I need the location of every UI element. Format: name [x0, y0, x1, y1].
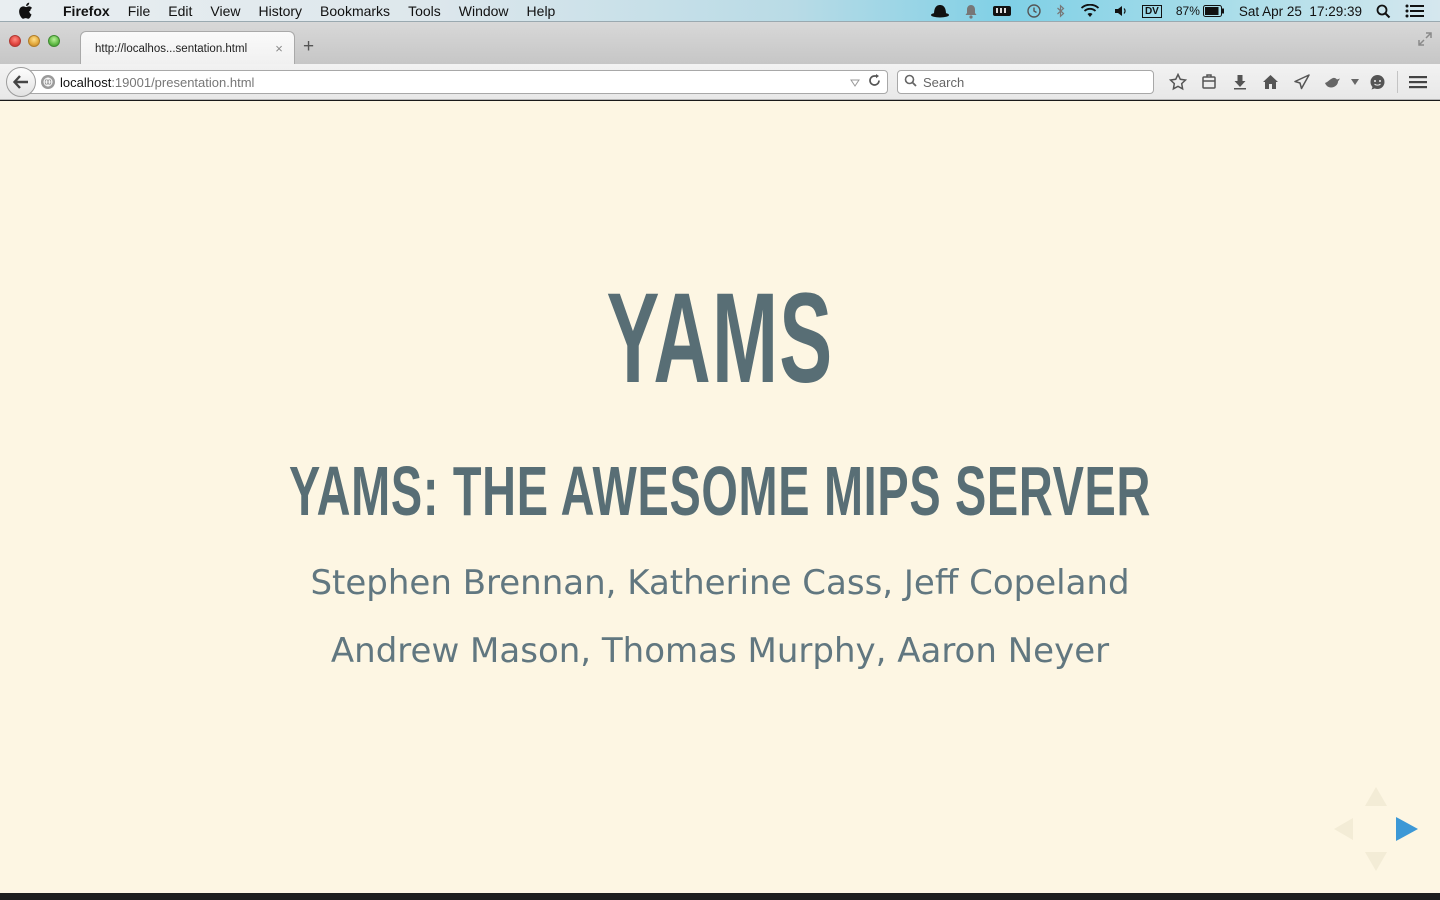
- notification-bell-icon[interactable]: [964, 4, 978, 19]
- chat-hello-icon[interactable]: [1362, 74, 1393, 91]
- tab-close-icon[interactable]: ×: [270, 41, 288, 56]
- menu-tools[interactable]: Tools: [399, 0, 450, 22]
- new-tab-button[interactable]: +: [303, 37, 314, 56]
- menu-app-firefox[interactable]: Firefox: [54, 0, 119, 22]
- menu-view[interactable]: View: [201, 0, 249, 22]
- search-placeholder: Search: [923, 74, 965, 90]
- bookmarks-menu-icon[interactable]: [1193, 74, 1224, 90]
- menubar-clock[interactable]: Sat Apr 25 17:29:39: [1239, 4, 1362, 19]
- window-minimize-button[interactable]: [28, 35, 40, 47]
- menu-window[interactable]: Window: [450, 0, 518, 22]
- authors-line-2: Andrew Mason, Thomas Murphy, Aaron Neyer: [330, 631, 1110, 671]
- input-source-label: DV: [1141, 4, 1162, 18]
- wifi-icon[interactable]: [1080, 4, 1100, 18]
- bookmark-star-icon[interactable]: [1162, 73, 1193, 91]
- fullscreen-icon[interactable]: [1418, 32, 1432, 51]
- tab-title: http://localhos...sentation.html: [95, 42, 248, 55]
- extension-dropdown-icon[interactable]: [1348, 79, 1362, 85]
- home-icon[interactable]: [1255, 74, 1286, 90]
- nav-down-arrow-icon[interactable]: [1365, 852, 1387, 871]
- url-history-dropdown-icon[interactable]: [850, 75, 860, 90]
- nav-up-arrow-icon[interactable]: [1365, 787, 1387, 806]
- back-button[interactable]: [6, 67, 36, 97]
- reload-icon[interactable]: [868, 74, 881, 90]
- notification-center-icon[interactable]: [1405, 4, 1425, 18]
- downloads-icon[interactable]: [1224, 74, 1255, 90]
- search-icon: [904, 74, 917, 90]
- bluetooth-icon[interactable]: [1056, 3, 1066, 19]
- toolbar-separator: [1397, 71, 1398, 93]
- toolbar-icons: [1162, 70, 1433, 94]
- battery-icon[interactable]: [1202, 5, 1225, 17]
- nav-left-arrow-icon[interactable]: [1334, 818, 1353, 840]
- authors-line-1: Stephen Brennan, Katherine Cass, Jeff Co…: [310, 563, 1130, 603]
- page-viewport: YAMS YAMS: THE AWESOME MIPS SERVER Steph…: [0, 101, 1440, 893]
- time-machine-icon[interactable]: [1026, 3, 1042, 19]
- hat-icon[interactable]: [930, 4, 950, 18]
- nav-right-arrow-icon[interactable]: [1396, 817, 1418, 841]
- url-bar[interactable]: localhost:19001/presentation.html: [28, 70, 888, 94]
- status-area: DV 87% Sat Apr 25 17:29:39: [923, 0, 1440, 22]
- url-path: :19001/presentation.html: [111, 74, 255, 90]
- back-arrow-icon: [13, 75, 28, 89]
- memory-icon[interactable]: [992, 4, 1012, 18]
- menu-edit[interactable]: Edit: [159, 0, 201, 22]
- window-zoom-button[interactable]: [48, 35, 60, 47]
- menu-file[interactable]: File: [119, 0, 160, 22]
- hamburger-menu-icon[interactable]: [1402, 75, 1433, 89]
- navigation-toolbar: localhost:19001/presentation.html Search: [0, 64, 1440, 100]
- tab-strip: http://localhos...sentation.html × +: [0, 22, 1440, 65]
- slide-title: YAMS: [606, 267, 834, 410]
- volume-icon[interactable]: [1114, 4, 1128, 18]
- search-bar[interactable]: Search: [897, 70, 1154, 94]
- window-bottom-edge: [0, 893, 1440, 900]
- input-source-badge[interactable]: DV: [1141, 4, 1162, 18]
- extension-bird-icon[interactable]: [1317, 75, 1348, 89]
- menu-help[interactable]: Help: [518, 0, 565, 22]
- window-close-button[interactable]: [9, 35, 21, 47]
- slide-subtitle: YAMS: THE AWESOME MIPS SERVER: [288, 452, 1152, 530]
- site-identity-icon[interactable]: [41, 75, 55, 89]
- battery-percent[interactable]: 87%: [1176, 4, 1200, 18]
- slide-navigation-controls: [1334, 787, 1418, 871]
- share-send-icon[interactable]: [1286, 74, 1317, 90]
- menu-bookmarks[interactable]: Bookmarks: [311, 0, 399, 22]
- menu-bar: Firefox File Edit View History Bookmarks…: [0, 0, 1440, 22]
- url-host: localhost: [60, 74, 112, 90]
- spotlight-search-icon[interactable]: [1376, 4, 1391, 19]
- menu-history[interactable]: History: [249, 0, 311, 22]
- tab-presentation[interactable]: http://localhos...sentation.html ×: [80, 31, 295, 65]
- apple-menu-icon[interactable]: [18, 2, 38, 19]
